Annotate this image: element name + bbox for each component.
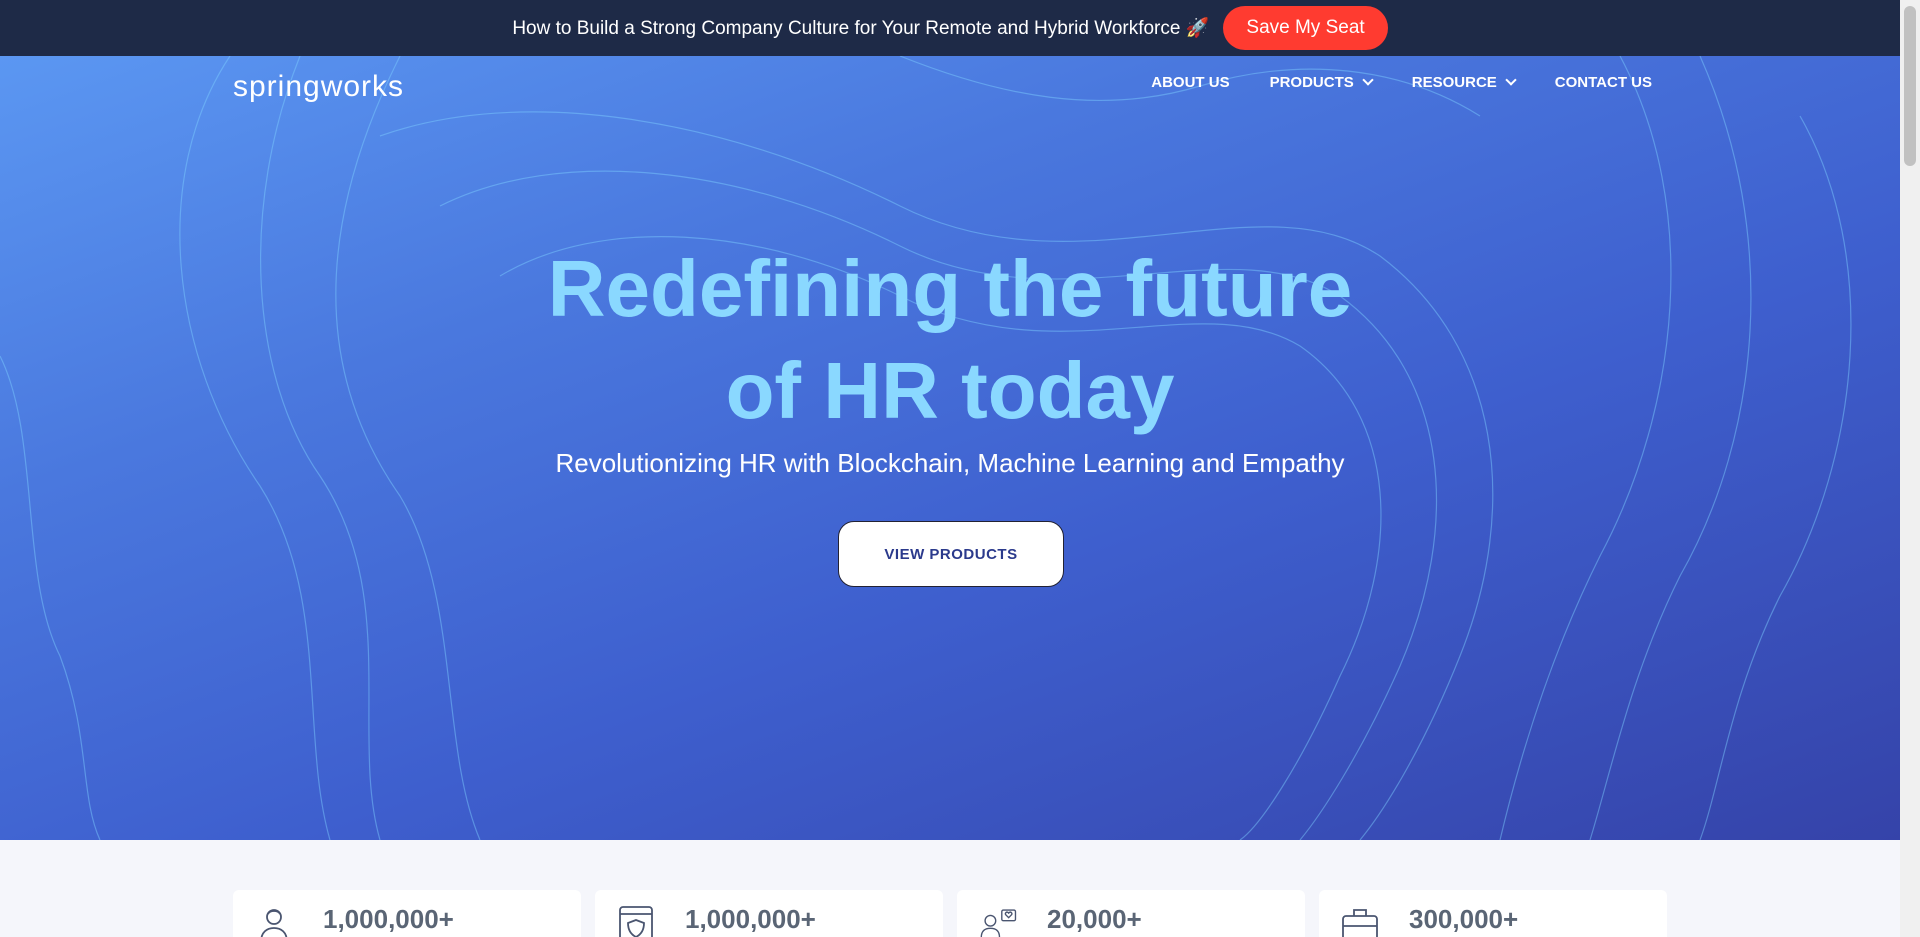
main-nav: ABOUT US PRODUCTS RESOURCE CONTACT US	[1151, 74, 1652, 91]
nav-contact-us[interactable]: CONTACT US	[1555, 74, 1652, 91]
briefcase-icon	[1342, 909, 1378, 937]
stat-value: 1,000,000+	[685, 904, 816, 934]
nav-contact-us-label: CONTACT US	[1554, 74, 1652, 91]
nav-products[interactable]: PRODUCTS	[1269, 74, 1374, 91]
chevron-down-icon	[1362, 74, 1374, 86]
stat-card: 20,000+	[957, 890, 1305, 937]
nav-products-label: PRODUCTS	[1269, 74, 1354, 91]
hero-section: springworks ABOUT US PRODUCTS RESOURCE C…	[0, 56, 1900, 840]
view-products-button[interactable]: VIEW PRODUCTS	[838, 521, 1064, 587]
stat-card: 1,000,000+	[233, 890, 581, 937]
stat-card: 1,000,000+	[595, 890, 943, 937]
nav-resource-label: RESOURCE	[1411, 74, 1497, 91]
hero-title: Redefining the future of HR today	[0, 238, 1900, 442]
nav-resource[interactable]: RESOURCE	[1411, 74, 1517, 91]
person-heart-icon	[980, 909, 1017, 937]
hero-title-line1: Redefining the future	[547, 244, 1353, 333]
shield-document-icon	[619, 906, 653, 937]
stat-value: 1,000,000+	[323, 904, 454, 934]
springworks-logo[interactable]: springworks	[233, 70, 404, 104]
stat-card: 300,000+	[1319, 890, 1667, 937]
page-scrollbar[interactable]	[1900, 0, 1920, 937]
stat-value: 20,000+	[1047, 904, 1142, 934]
chevron-down-icon	[1505, 74, 1517, 86]
announcement-text: How to Build a Strong Company Culture fo…	[512, 18, 1210, 39]
nav-about-us-label: ABOUT US	[1151, 74, 1230, 91]
stat-value: 300,000+	[1409, 904, 1519, 934]
announcement-bar: How to Build a Strong Company Culture fo…	[0, 0, 1900, 56]
person-icon	[260, 909, 288, 937]
nav-about-us[interactable]: ABOUT US	[1151, 74, 1229, 91]
save-my-seat-button[interactable]: Save My Seat	[1223, 6, 1388, 50]
hero-subtitle: Revolutionizing HR with Blockchain, Mach…	[555, 448, 1345, 478]
stats-row: 1,000,000+ 1,000,000+ 20,000+ 300,000+	[233, 890, 1667, 937]
scrollbar-thumb[interactable]	[1904, 6, 1916, 166]
hero-title-line2: of HR today	[725, 346, 1175, 435]
